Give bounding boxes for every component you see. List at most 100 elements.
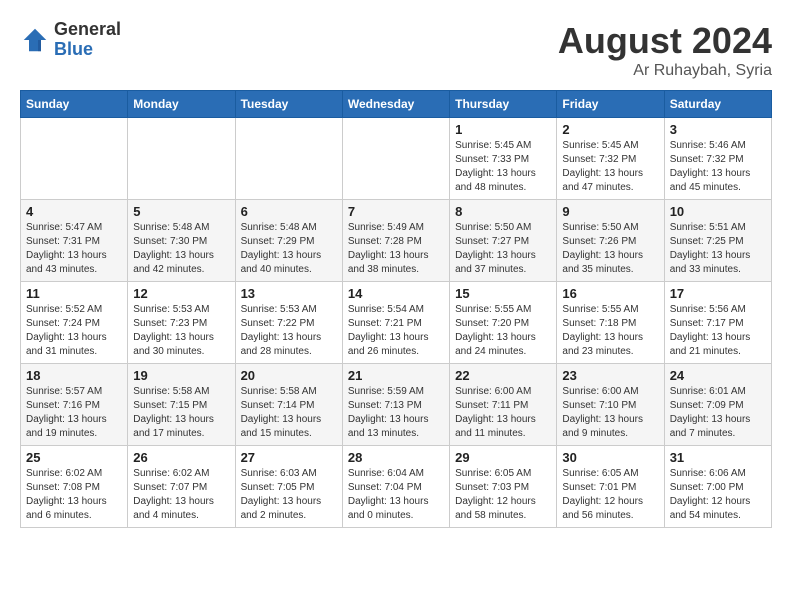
day-info: Sunrise: 5:53 AM Sunset: 7:23 PM Dayligh…	[133, 303, 229, 359]
day-number: 12	[133, 286, 229, 301]
calendar-cell	[342, 118, 449, 200]
day-info: Sunrise: 6:02 AM Sunset: 7:07 PM Dayligh…	[133, 467, 229, 523]
day-info: Sunrise: 5:49 AM Sunset: 7:28 PM Dayligh…	[348, 221, 444, 277]
calendar-cell: 16 Sunrise: 5:55 AM Sunset: 7:18 PM Dayli…	[557, 282, 664, 364]
calendar-cell: 18Sunrise: 5:57 AM Sunset: 7:16 PM Dayli…	[21, 364, 128, 446]
day-info: Sunrise: 5:51 AM Sunset: 7:25 PM Dayligh…	[670, 221, 766, 277]
calendar-cell: 29Sunrise: 6:05 AM Sunset: 7:03 PM Dayli…	[450, 446, 557, 528]
day-number: 14	[348, 286, 444, 301]
logo-blue-text: Blue	[54, 40, 121, 60]
day-number: 17	[670, 286, 766, 301]
day-number: 21	[348, 368, 444, 383]
day-number: 26	[133, 450, 229, 465]
day-info: Sunrise: 5:58 AM Sunset: 7:15 PM Dayligh…	[133, 385, 229, 441]
day-info: Sunrise: 5:55 AM Sunset: 7:18 PM Dayligh…	[562, 303, 658, 359]
calendar-week-row: 11 Sunrise: 5:52 AM Sunset: 7:24 PM Dayli…	[21, 282, 772, 364]
day-info: Sunrise: 5:58 AM Sunset: 7:14 PM Dayligh…	[241, 385, 337, 441]
calendar-cell: 20 Sunrise: 5:58 AM Sunset: 7:14 PM Dayli…	[235, 364, 342, 446]
day-number: 27	[241, 450, 337, 465]
weekday-header-row: SundayMondayTuesdayWednesdayThursdayFrid…	[21, 91, 772, 118]
day-number: 20	[241, 368, 337, 383]
calendar-cell	[21, 118, 128, 200]
calendar-cell: 17 Sunrise: 5:56 AM Sunset: 7:17 PM Dayli…	[664, 282, 771, 364]
calendar-cell	[128, 118, 235, 200]
month-title: August 2024	[558, 20, 772, 62]
logo: General Blue	[20, 20, 121, 60]
calendar-cell: 24Sunrise: 6:01 AM Sunset: 7:09 PM Dayli…	[664, 364, 771, 446]
day-number: 4	[26, 204, 122, 219]
calendar-cell: 7 Sunrise: 5:49 AM Sunset: 7:28 PM Daylig…	[342, 200, 449, 282]
day-number: 7	[348, 204, 444, 219]
day-info: Sunrise: 6:05 AM Sunset: 7:03 PM Dayligh…	[455, 467, 551, 523]
calendar-week-row: 18Sunrise: 5:57 AM Sunset: 7:16 PM Dayli…	[21, 364, 772, 446]
calendar-cell: 21Sunrise: 5:59 AM Sunset: 7:13 PM Dayli…	[342, 364, 449, 446]
day-info: Sunrise: 5:46 AM Sunset: 7:32 PM Dayligh…	[670, 139, 766, 195]
day-number: 31	[670, 450, 766, 465]
title-block: August 2024 Ar Ruhaybah, Syria	[558, 20, 772, 80]
location-subtitle: Ar Ruhaybah, Syria	[558, 62, 772, 80]
calendar-cell: 31 Sunrise: 6:06 AM Sunset: 7:00 PM Dayli…	[664, 446, 771, 528]
day-info: Sunrise: 5:52 AM Sunset: 7:24 PM Dayligh…	[26, 303, 122, 359]
calendar-week-row: 25 Sunrise: 6:02 AM Sunset: 7:08 PM Dayli…	[21, 446, 772, 528]
day-info: Sunrise: 5:48 AM Sunset: 7:30 PM Dayligh…	[133, 221, 229, 277]
calendar-cell: 25 Sunrise: 6:02 AM Sunset: 7:08 PM Dayli…	[21, 446, 128, 528]
day-info: Sunrise: 6:01 AM Sunset: 7:09 PM Dayligh…	[670, 385, 766, 441]
calendar-cell: 15Sunrise: 5:55 AM Sunset: 7:20 PM Dayli…	[450, 282, 557, 364]
weekday-header: Friday	[557, 91, 664, 118]
calendar-cell: 2Sunrise: 5:45 AM Sunset: 7:32 PM Daylig…	[557, 118, 664, 200]
day-info: Sunrise: 5:53 AM Sunset: 7:22 PM Dayligh…	[241, 303, 337, 359]
day-number: 18	[26, 368, 122, 383]
calendar-cell: 9Sunrise: 5:50 AM Sunset: 7:26 PM Daylig…	[557, 200, 664, 282]
day-info: Sunrise: 5:48 AM Sunset: 7:29 PM Dayligh…	[241, 221, 337, 277]
day-info: Sunrise: 6:03 AM Sunset: 7:05 PM Dayligh…	[241, 467, 337, 523]
day-info: Sunrise: 6:00 AM Sunset: 7:11 PM Dayligh…	[455, 385, 551, 441]
page-header: General Blue August 2024 Ar Ruhaybah, Sy…	[20, 20, 772, 80]
calendar-cell: 19 Sunrise: 5:58 AM Sunset: 7:15 PM Dayli…	[128, 364, 235, 446]
day-info: Sunrise: 6:04 AM Sunset: 7:04 PM Dayligh…	[348, 467, 444, 523]
calendar-table: SundayMondayTuesdayWednesdayThursdayFrid…	[20, 90, 772, 528]
calendar-cell: 26 Sunrise: 6:02 AM Sunset: 7:07 PM Dayli…	[128, 446, 235, 528]
weekday-header: Wednesday	[342, 91, 449, 118]
day-number: 1	[455, 122, 551, 137]
day-number: 16	[562, 286, 658, 301]
calendar-cell: 5 Sunrise: 5:48 AM Sunset: 7:30 PM Daylig…	[128, 200, 235, 282]
day-info: Sunrise: 6:00 AM Sunset: 7:10 PM Dayligh…	[562, 385, 658, 441]
weekday-header: Saturday	[664, 91, 771, 118]
calendar-cell: 11 Sunrise: 5:52 AM Sunset: 7:24 PM Dayli…	[21, 282, 128, 364]
calendar-cell: 12 Sunrise: 5:53 AM Sunset: 7:23 PM Dayli…	[128, 282, 235, 364]
day-number: 19	[133, 368, 229, 383]
day-number: 13	[241, 286, 337, 301]
day-info: Sunrise: 5:50 AM Sunset: 7:27 PM Dayligh…	[455, 221, 551, 277]
calendar-cell: 14 Sunrise: 5:54 AM Sunset: 7:21 PM Dayli…	[342, 282, 449, 364]
day-info: Sunrise: 6:06 AM Sunset: 7:00 PM Dayligh…	[670, 467, 766, 523]
calendar-week-row: 1 Sunrise: 5:45 AM Sunset: 7:33 PM Daylig…	[21, 118, 772, 200]
day-info: Sunrise: 5:54 AM Sunset: 7:21 PM Dayligh…	[348, 303, 444, 359]
day-number: 25	[26, 450, 122, 465]
day-number: 3	[670, 122, 766, 137]
day-number: 6	[241, 204, 337, 219]
calendar-cell: 28Sunrise: 6:04 AM Sunset: 7:04 PM Dayli…	[342, 446, 449, 528]
day-number: 11	[26, 286, 122, 301]
calendar-cell: 6 Sunrise: 5:48 AM Sunset: 7:29 PM Daylig…	[235, 200, 342, 282]
day-number: 5	[133, 204, 229, 219]
day-number: 10	[670, 204, 766, 219]
logo-general-text: General	[54, 20, 121, 40]
calendar-cell: 1 Sunrise: 5:45 AM Sunset: 7:33 PM Daylig…	[450, 118, 557, 200]
calendar-cell: 23 Sunrise: 6:00 AM Sunset: 7:10 PM Dayli…	[557, 364, 664, 446]
day-info: Sunrise: 5:45 AM Sunset: 7:32 PM Dayligh…	[562, 139, 658, 195]
day-number: 23	[562, 368, 658, 383]
weekday-header: Tuesday	[235, 91, 342, 118]
day-number: 22	[455, 368, 551, 383]
calendar-cell: 4 Sunrise: 5:47 AM Sunset: 7:31 PM Daylig…	[21, 200, 128, 282]
calendar-cell: 13 Sunrise: 5:53 AM Sunset: 7:22 PM Dayli…	[235, 282, 342, 364]
weekday-header: Monday	[128, 91, 235, 118]
day-info: Sunrise: 6:02 AM Sunset: 7:08 PM Dayligh…	[26, 467, 122, 523]
day-info: Sunrise: 6:05 AM Sunset: 7:01 PM Dayligh…	[562, 467, 658, 523]
day-info: Sunrise: 5:47 AM Sunset: 7:31 PM Dayligh…	[26, 221, 122, 277]
calendar-cell: 27 Sunrise: 6:03 AM Sunset: 7:05 PM Dayli…	[235, 446, 342, 528]
calendar-cell: 22 Sunrise: 6:00 AM Sunset: 7:11 PM Dayli…	[450, 364, 557, 446]
day-info: Sunrise: 5:45 AM Sunset: 7:33 PM Dayligh…	[455, 139, 551, 195]
weekday-header: Thursday	[450, 91, 557, 118]
calendar-cell: 10 Sunrise: 5:51 AM Sunset: 7:25 PM Dayli…	[664, 200, 771, 282]
day-info: Sunrise: 5:56 AM Sunset: 7:17 PM Dayligh…	[670, 303, 766, 359]
